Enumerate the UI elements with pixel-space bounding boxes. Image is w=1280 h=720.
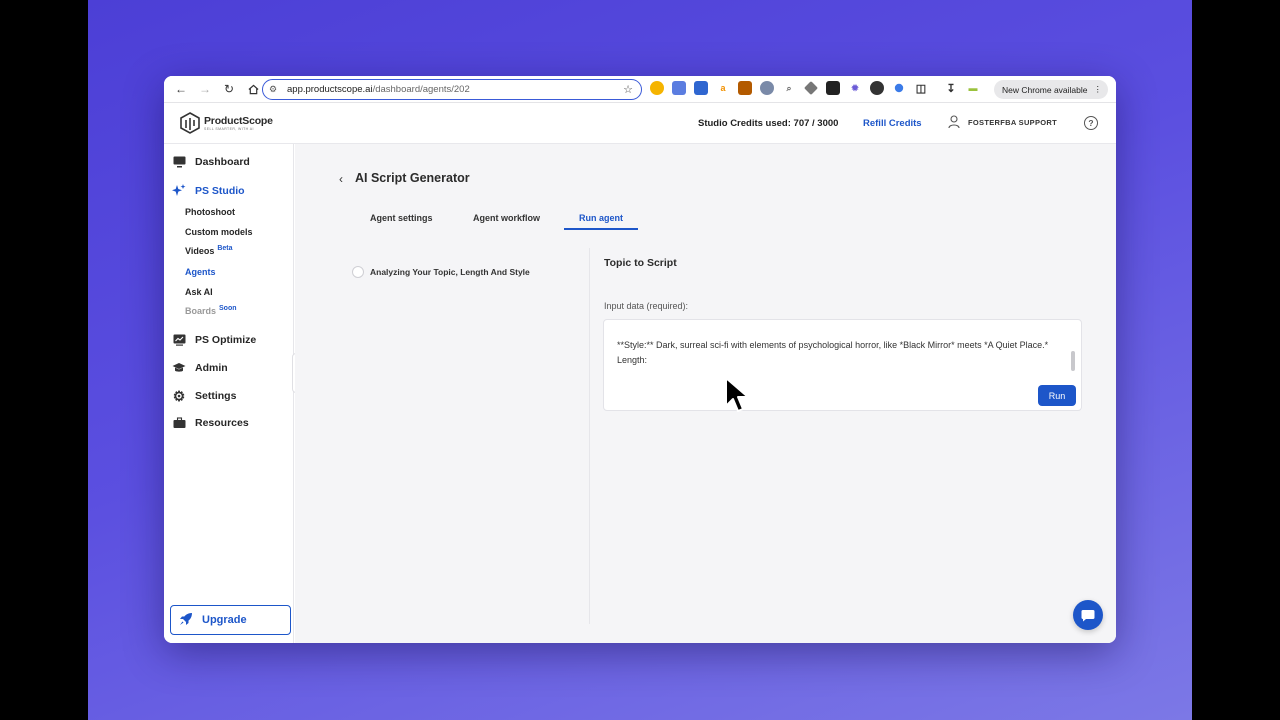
amazon-extension-icon[interactable]: a: [716, 81, 730, 95]
sidebar-item-label: Resources: [195, 417, 249, 429]
help-icon[interactable]: ?: [1084, 116, 1098, 130]
input-data-field[interactable]: **Style:** Dark, surreal sci-fi with ele…: [603, 319, 1082, 411]
forward-icon[interactable]: →: [194, 78, 216, 100]
user-name: FOSTERFBA SUPPORT: [968, 117, 1057, 127]
refill-credits-link[interactable]: Refill Credits: [863, 118, 922, 129]
tab-run-agent[interactable]: Run agent: [579, 213, 623, 223]
sidebar-subitem-label: Boards: [185, 306, 217, 316]
sidebar-item-label: Settings: [195, 390, 237, 402]
active-tab-indicator: [564, 228, 638, 230]
tab-agent-settings[interactable]: Agent settings: [370, 213, 433, 223]
sidebar-subitem-boards: Boards Soon: [185, 305, 237, 316]
upgrade-label: Upgrade: [202, 614, 247, 626]
sidebar-subitem-photoshoot[interactable]: Photoshoot: [185, 207, 235, 217]
sidebar-item-ps-studio[interactable]: PS Studio: [172, 184, 245, 198]
sidebar-item-dashboard[interactable]: Dashboard: [172, 155, 250, 169]
credits-usage: Studio Credits used: 707 / 3000: [698, 118, 839, 129]
textarea-scrollbar[interactable]: [1071, 351, 1075, 371]
sidebar-subitem-ask-ai[interactable]: Ask AI: [185, 287, 213, 297]
search-extension-icon[interactable]: ⌕: [782, 81, 796, 95]
sidebar-subitem-agents[interactable]: Agents: [185, 267, 216, 277]
extension-icon[interactable]: [894, 83, 904, 93]
page-title: AI Script Generator: [355, 171, 470, 185]
extension-icon[interactable]: [694, 81, 708, 95]
sidebar-subitem-videos[interactable]: Videos Beta: [185, 245, 233, 256]
section-title: Topic to Script: [604, 257, 677, 269]
input-data-value[interactable]: **Style:** Dark, surreal sci-fi with ele…: [617, 338, 1057, 368]
sidebar-item-settings[interactable]: ⚙ Settings: [172, 387, 237, 404]
extension-icon[interactable]: [738, 81, 752, 95]
gear-icon: ⚙: [172, 387, 186, 404]
sparkles-icon: [172, 184, 186, 198]
workflow-step: Analyzing Your Topic, Length And Style: [352, 266, 530, 278]
url-path: /dashboard/agents/202: [372, 84, 470, 95]
home-icon[interactable]: [242, 78, 264, 100]
beta-badge: Beta: [217, 245, 233, 252]
extension-icon[interactable]: [672, 81, 686, 95]
sidebar-item-label: PS Studio: [195, 185, 245, 197]
more-menu-icon[interactable]: ⋮: [1094, 84, 1103, 95]
sidebar-item-label: PS Optimize: [195, 334, 257, 346]
chart-icon: [172, 333, 186, 347]
new-chrome-label: New Chrome available: [1001, 84, 1088, 95]
extensions-bar: a ⌕ ✹ ◫ ↧ ▬: [650, 81, 980, 95]
productscope-logo[interactable]: ProductScope SELL SMARTER, WITH AI: [180, 112, 273, 134]
sidebar-item-ps-optimize[interactable]: PS Optimize: [172, 333, 256, 347]
monitor-icon: [172, 155, 186, 169]
step-label: Analyzing Your Topic, Length And Style: [370, 267, 530, 277]
extension-icon[interactable]: [870, 81, 884, 95]
download-icon[interactable]: ↧: [944, 81, 958, 95]
extension-icon[interactable]: [826, 81, 840, 95]
user-icon: [948, 115, 960, 129]
extension-icon[interactable]: [650, 81, 664, 95]
sidebar: Dashboard PS Studio Photoshoot Custom mo…: [164, 144, 294, 643]
reload-icon[interactable]: ↻: [218, 78, 240, 100]
mouse-cursor-icon: [725, 377, 749, 412]
extension-icon[interactable]: ▬: [966, 81, 980, 95]
site-info-icon[interactable]: ⚙: [269, 84, 283, 95]
url-host: app.productscope.ai: [287, 84, 373, 95]
browser-toolbar: ← → ↻ ⚙ app.productscope.ai/dashboard/ag…: [164, 76, 1116, 103]
brand-name: ProductScope: [204, 115, 273, 127]
bookmark-star-icon[interactable]: ☆: [623, 83, 633, 96]
rocket-icon: [179, 612, 193, 629]
input-data-label: Input data (required):: [604, 301, 689, 311]
new-chrome-button[interactable]: New Chrome available ⋮: [993, 80, 1108, 99]
sidebar-item-label: Dashboard: [195, 156, 250, 168]
sidebar-item-label: Admin: [195, 362, 228, 374]
brand-tagline: SELL SMARTER, WITH AI: [204, 127, 254, 131]
chat-bubble-icon: [1081, 609, 1095, 621]
chat-support-button[interactable]: [1073, 600, 1103, 630]
logo-mark-icon: [180, 112, 200, 134]
tag-extension-icon[interactable]: [804, 81, 818, 95]
back-icon[interactable]: ←: [170, 78, 192, 100]
extension-icon[interactable]: ✹: [848, 81, 862, 95]
app-header: ProductScope SELL SMARTER, WITH AI Studi…: [164, 103, 1116, 144]
tab-agent-workflow[interactable]: Agent workflow: [473, 213, 540, 223]
briefcase-icon: [172, 416, 186, 430]
sidebar-item-admin[interactable]: Admin: [172, 361, 228, 375]
soon-badge: Soon: [219, 305, 237, 312]
sidebar-subitem-custom-models[interactable]: Custom models: [185, 227, 253, 237]
main-content: ‹ AI Script Generator Agent settings Age…: [295, 144, 1116, 643]
sidebar-subitem-label: Videos: [185, 246, 215, 256]
sidebar-item-resources[interactable]: Resources: [172, 416, 249, 430]
extension-icon[interactable]: [760, 81, 774, 95]
chevron-left-icon[interactable]: ‹: [339, 172, 343, 186]
address-bar[interactable]: ⚙ app.productscope.ai/dashboard/agents/2…: [262, 79, 642, 100]
step-status-circle-icon: [352, 266, 364, 278]
browser-window: ← → ↻ ⚙ app.productscope.ai/dashboard/ag…: [164, 76, 1116, 643]
puzzle-extensions-icon[interactable]: ◫: [914, 81, 928, 95]
upgrade-button[interactable]: Upgrade: [170, 605, 291, 635]
graduation-cap-icon: [172, 361, 186, 375]
user-menu[interactable]: FOSTERFBA SUPPORT: [948, 115, 1057, 129]
panel-divider: [589, 248, 590, 624]
run-button[interactable]: Run: [1038, 385, 1076, 406]
